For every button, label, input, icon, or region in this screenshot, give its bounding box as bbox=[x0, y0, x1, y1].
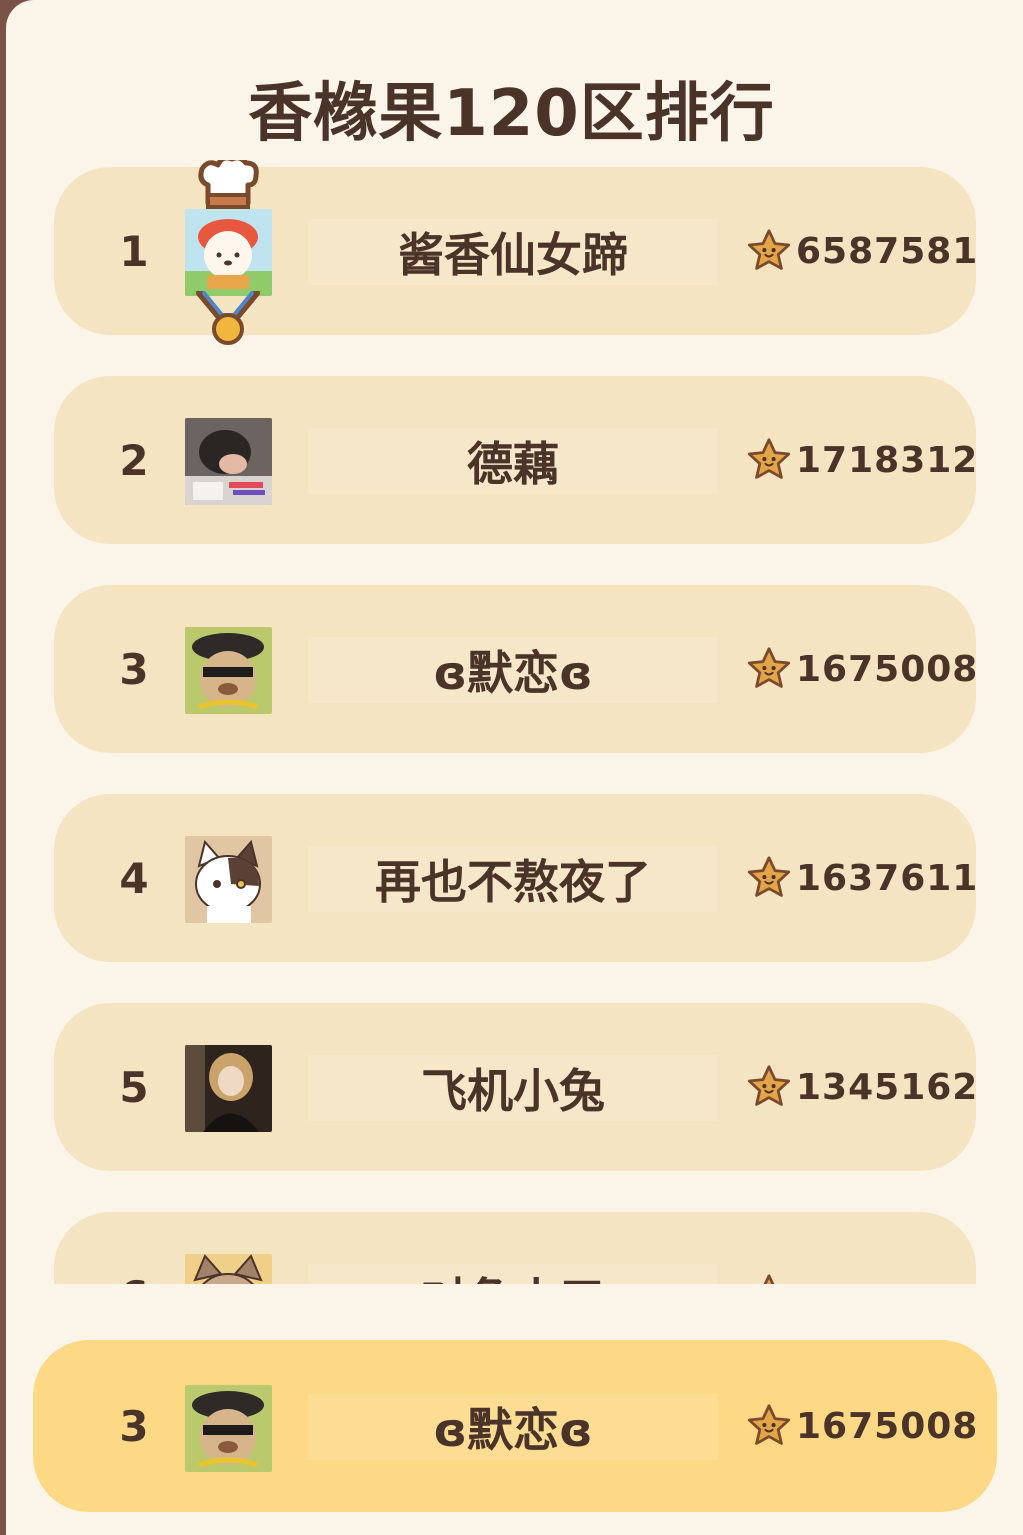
score-value: 1637611 bbox=[796, 857, 979, 899]
cat-sunglasses-avatar[interactable] bbox=[185, 627, 272, 714]
star-icon bbox=[746, 646, 792, 692]
rank-number: 1 bbox=[119, 226, 149, 276]
player-score: 1675008 bbox=[746, 585, 978, 753]
rank-number: 2 bbox=[119, 435, 149, 485]
my-rank-row[interactable]: 3 ɞ默恋ɞ 1675008 bbox=[33, 1340, 997, 1512]
medal-icon bbox=[196, 291, 260, 345]
page-title: 香橼果120区排行 bbox=[248, 77, 775, 151]
star-icon bbox=[746, 1064, 792, 1110]
player-name: ɞ默恋ɞ bbox=[308, 637, 718, 703]
player-name: 对角小三 bbox=[308, 1264, 718, 1284]
star-icon bbox=[746, 228, 792, 274]
player-name: 再也不熬夜了 bbox=[308, 846, 718, 912]
player-score: 1345162 bbox=[746, 1003, 978, 1171]
star-icon bbox=[746, 437, 792, 483]
rank-number: 6 bbox=[114, 1212, 154, 1285]
cat-chef-avatar[interactable] bbox=[185, 209, 272, 296]
photo-girl-avatar[interactable] bbox=[185, 1045, 272, 1132]
list-item[interactable]: 5 飞机小兔 1345162 bbox=[54, 1003, 978, 1171]
score-value: 1345162 bbox=[796, 1066, 979, 1108]
star-icon bbox=[746, 1403, 792, 1449]
cat-sunglasses-avatar[interactable] bbox=[185, 1385, 272, 1472]
player-name: 德藕 bbox=[308, 428, 718, 494]
list-item[interactable]: 3 ɞ默恋ɞ 1675008 bbox=[54, 585, 978, 753]
list-item[interactable]: 1 酱香仙女蹄 6587581 bbox=[54, 160, 978, 345]
player-score: 1637611 bbox=[746, 794, 978, 962]
rank-number: 5 bbox=[119, 1062, 149, 1112]
player-score: 6587581 bbox=[746, 167, 978, 335]
player-name: 酱香仙女蹄 bbox=[308, 219, 718, 285]
player-score: 1718312 bbox=[746, 376, 978, 544]
list-item[interactable]: 2 德藕 1718312 bbox=[54, 376, 978, 544]
my-player-score: 1675008 bbox=[746, 1340, 978, 1512]
chef-hat-icon bbox=[198, 160, 259, 209]
score-value: 6587581 bbox=[796, 230, 979, 272]
player-name: 飞机小兔 bbox=[308, 1055, 718, 1121]
score-value: 1675008 bbox=[796, 648, 979, 690]
rank-number: 3 bbox=[119, 644, 149, 694]
my-player-name: ɞ默恋ɞ bbox=[308, 1394, 718, 1460]
rank-number: 4 bbox=[119, 853, 149, 903]
calico-cat-avatar[interactable] bbox=[185, 836, 272, 923]
photo-drawing-avatar[interactable] bbox=[185, 418, 272, 505]
star-icon bbox=[746, 1273, 792, 1284]
list-item[interactable]: 6 对角小三 bbox=[54, 1212, 976, 1284]
my-rank-number: 3 bbox=[119, 1401, 149, 1451]
player-score bbox=[746, 1212, 796, 1284]
score-value: 1718312 bbox=[796, 439, 979, 481]
ranking-list[interactable]: 1 酱香仙女蹄 6587581 2 德藕 1718312 3 ɞ默恋ɞ 1675… bbox=[0, 160, 1023, 1284]
score-value: 1675008 bbox=[796, 1405, 979, 1447]
list-item[interactable]: 4 再也不熬夜了 1637611 bbox=[54, 794, 978, 962]
star-icon bbox=[746, 855, 792, 901]
cat-avatar[interactable] bbox=[185, 1254, 272, 1284]
